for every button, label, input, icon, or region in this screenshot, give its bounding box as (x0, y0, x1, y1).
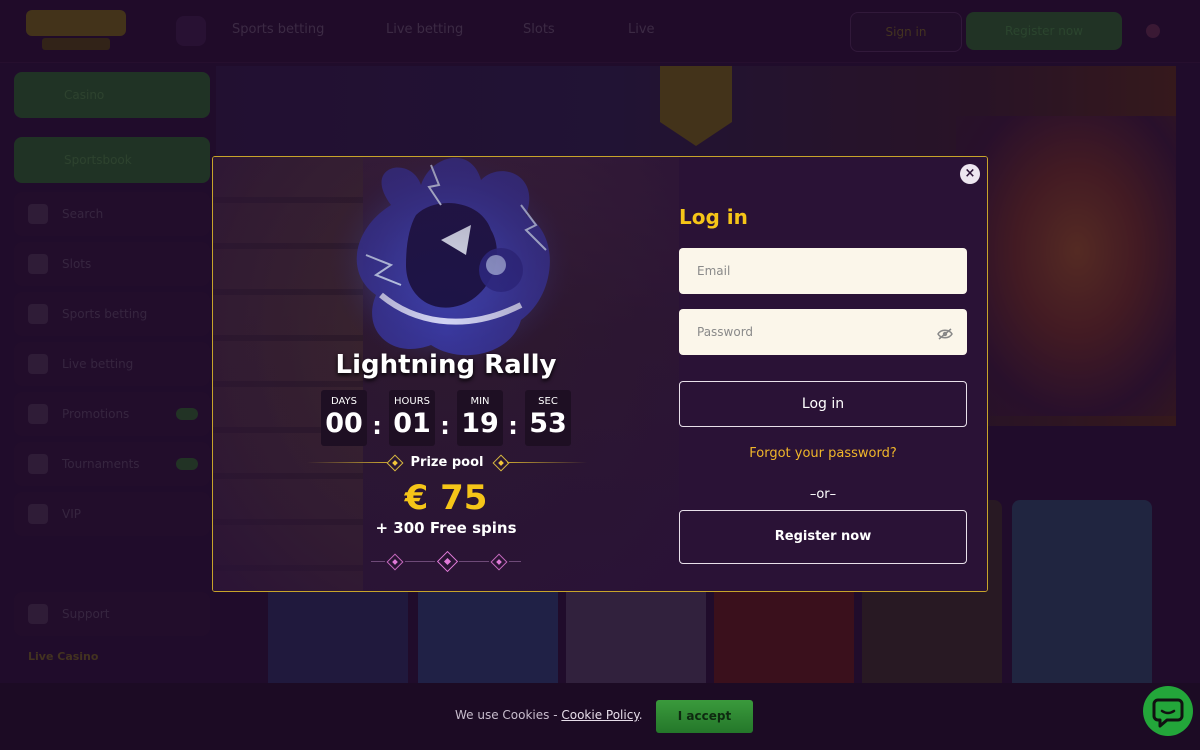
cookie-text: We use Cookies - Cookie Policy. (455, 708, 643, 722)
countdown-label: SEC (538, 396, 558, 407)
countdown-label: HOURS (393, 396, 430, 407)
divider (405, 561, 435, 562)
countdown-value: 19 (461, 408, 499, 439)
countdown-days: DAYS 00 (321, 390, 367, 446)
countdown-value: 00 (325, 408, 363, 439)
login-modal: Lightning Rally DAYS 00 : HOURS 01 : MIN… (212, 156, 988, 592)
login-button[interactable]: Log in (679, 381, 967, 427)
cookie-suffix: . (638, 708, 643, 722)
countdown-separator: : (440, 412, 450, 440)
divider (371, 561, 385, 562)
countdown-value: 01 (393, 408, 431, 439)
countdown-value: 53 (529, 408, 567, 439)
cookie-policy-link[interactable]: Cookie Policy (561, 708, 638, 722)
chat-button[interactable] (1143, 686, 1193, 736)
promo-panel: Lightning Rally DAYS 00 : HOURS 01 : MIN… (213, 157, 679, 591)
countdown-separator: : (508, 412, 518, 440)
promo-title: Lightning Rally (335, 350, 557, 380)
countdown-timer: DAYS 00 : HOURS 01 : MIN 19 : SEC 53 (321, 390, 581, 450)
eye-off-icon[interactable] (937, 328, 953, 340)
diamond-icon (490, 553, 508, 571)
cookie-accept-button[interactable]: I accept (656, 700, 753, 733)
countdown-label: DAYS (330, 396, 358, 407)
prize-free-spins: + 300 Free spins (375, 519, 517, 537)
prize-pool-header: Prize pool (307, 453, 587, 473)
close-icon[interactable]: × (960, 164, 980, 184)
countdown-hours: HOURS 01 (389, 390, 435, 446)
countdown-seconds: SEC 53 (525, 390, 571, 446)
countdown-minutes: MIN 19 (457, 390, 503, 446)
countdown-separator: : (372, 412, 382, 440)
email-field[interactable] (679, 248, 967, 294)
register-button[interactable]: Register now (679, 510, 967, 564)
diamond-icon (386, 553, 404, 571)
divider (459, 561, 489, 562)
decorative-divider (371, 550, 521, 573)
forgot-password-link[interactable]: Forgot your password? (679, 446, 967, 461)
cookie-message: We use Cookies - (455, 708, 562, 722)
chat-icon (1152, 698, 1184, 728)
prize-amount: € 75 (404, 478, 488, 518)
login-title: Log in (679, 205, 748, 229)
or-divider: –or– (809, 487, 837, 502)
divider (507, 462, 587, 463)
divider (509, 561, 521, 562)
password-field[interactable] (679, 309, 967, 355)
diamond-icon (436, 550, 459, 573)
login-panel: Log in Log in Forgot your password? –or–… (679, 157, 987, 591)
countdown-label: MIN (470, 396, 490, 407)
prize-pool-label: Prize pool (410, 455, 484, 470)
